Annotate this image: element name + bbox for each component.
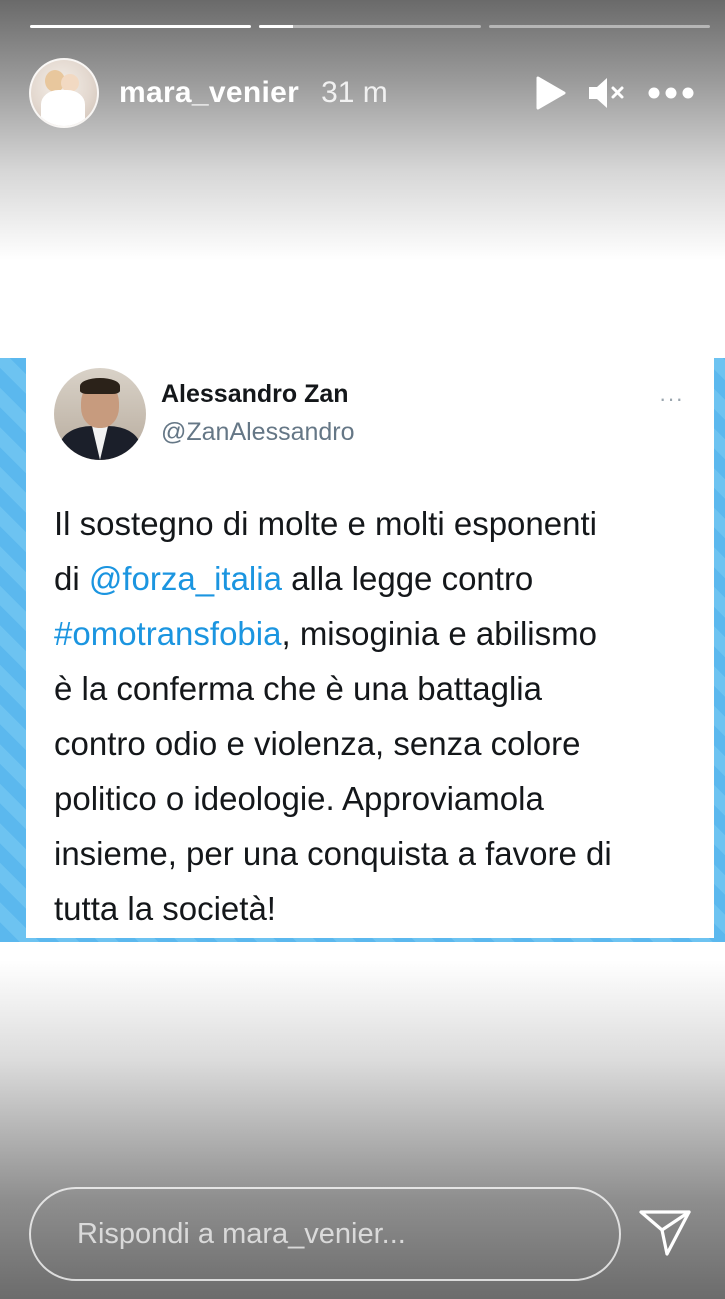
story-progress [30,25,710,29]
story-header: mara_venier 31 m [29,57,695,129]
tweet-more-icon: ··· [659,386,684,411]
username[interactable]: mara_venier [119,76,299,110]
mention-link[interactable]: @forza_italia [89,560,282,597]
tweet-text-segment: alla legge contro [281,560,534,597]
tweet-body: Il sostegno di molte e molti esponenti di… [54,496,694,936]
speaker-muted-icon[interactable] [587,75,627,111]
tweet-text-segment: , misoginia e abilismo [281,615,597,652]
tweet-text-segment: contro odio e violenza, senza colore [54,725,581,762]
header-actions [533,75,695,111]
tweet-author-avatar [54,368,146,460]
avatar[interactable] [29,58,99,128]
progress-fill-1 [30,25,252,28]
more-options-icon[interactable] [647,86,695,100]
tweet-card: Alessandro Zan @ZanAlessandro ··· Il sos… [26,358,714,938]
progress-segment-1 [30,25,252,28]
progress-segment-2 [259,25,481,28]
tweet-author-name: Alessandro Zan [161,380,349,408]
tweet-frame: Alessandro Zan @ZanAlessandro ··· Il sos… [0,358,725,942]
play-icon[interactable] [533,75,567,111]
tweet-line: Il sostegno di molte e molti esponenti [54,496,694,551]
tweet-text-segment: Il sostegno di molte e molti esponenti [54,505,597,542]
tweet-text-segment: è la conferma che è una battaglia [54,670,542,707]
tweet-line: di @forza_italia alla legge contro [54,551,694,606]
tweet-line: contro odio e violenza, senza colore [54,716,694,771]
tweet-line: politico o ideologie. Approviamola [54,771,694,826]
tweet-text-segment: insieme, per una conquista a favore di [54,835,612,872]
tweet-line: #omotransfobia, misoginia e abilismo [54,606,694,661]
tweet-text-segment: politico o ideologie. Approviamola [54,780,544,817]
reply-input[interactable]: Rispondi a mara_venier... [29,1187,621,1281]
tweet-author-handle: @ZanAlessandro [161,418,355,446]
reply-placeholder: Rispondi a mara_venier... [77,1217,406,1250]
hashtag-link[interactable]: #omotransfobia [54,615,281,652]
send-icon[interactable] [638,1208,692,1258]
timestamp: 31 m [321,76,388,109]
tweet-line: tutta la società! [54,881,694,936]
tweet-line: insieme, per una conquista a favore di [54,826,694,881]
progress-segment-3 [488,25,710,28]
tweet-line: è la conferma che è una battaglia [54,661,694,716]
tweet-text-segment: tutta la società! [54,890,276,927]
progress-fill-2 [259,25,293,28]
tweet-text-segment: di [54,560,89,597]
